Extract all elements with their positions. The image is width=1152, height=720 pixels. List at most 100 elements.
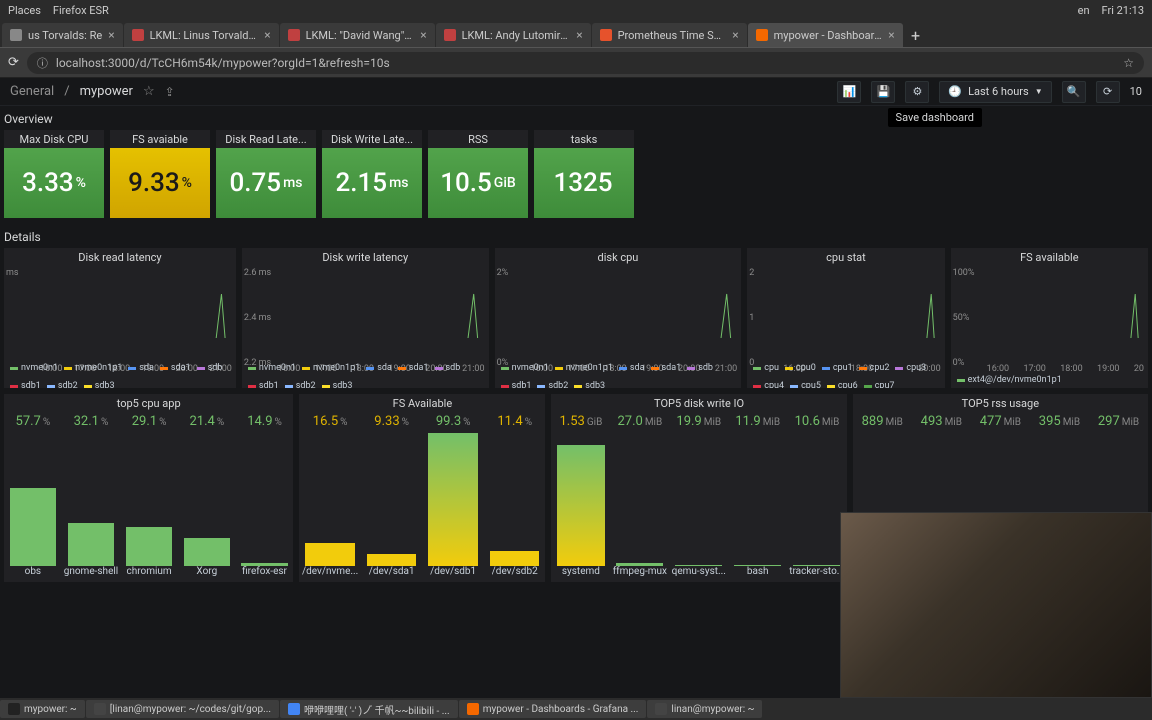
chart-plot[interactable]: 100%50%0% 16:0017:0018:0019:0020 ext4@/d…: [951, 266, 1148, 388]
stat-panel[interactable]: RSS10.5GiB: [428, 130, 528, 218]
legend-item[interactable]: sdb2: [285, 380, 316, 388]
bargauge-panel[interactable]: TOP5 disk write IO 1.53GiB systemd 27.0M…: [551, 394, 846, 582]
dashboard-title[interactable]: mypower: [80, 84, 133, 99]
bargauge-label: systemd: [562, 566, 600, 580]
timeseries-panel[interactable]: cpu stat 210 16:0018:0020:00 cpucpu0cpu1…: [747, 248, 944, 388]
breadcrumb-root[interactable]: General: [10, 84, 54, 99]
close-tab-icon[interactable]: ×: [264, 28, 270, 42]
refresh-interval[interactable]: 10: [1130, 85, 1142, 98]
legend-item[interactable]: nvme0n1p1: [302, 362, 360, 374]
timeseries-panel[interactable]: FS available 100%50%0% 16:0017:0018:0019…: [951, 248, 1148, 388]
taskbar-app-icon: [288, 703, 300, 715]
legend-item[interactable]: sda1: [160, 362, 191, 374]
browser-tab[interactable]: LKML: Andy Lutomirski:×: [436, 23, 591, 47]
close-tab-icon[interactable]: ×: [732, 28, 738, 42]
legend-item[interactable]: sdb: [435, 362, 461, 374]
legend-item[interactable]: sdb1: [10, 380, 41, 388]
legend-item[interactable]: cpu2: [859, 362, 890, 374]
bargauge-value: 57.7%: [16, 414, 51, 432]
chart-plot[interactable]: ms 16:0017:0018:0019:0020:0021:00 nvme0n…: [4, 266, 236, 388]
taskbar-item[interactable]: 咿咿哩哩( '-' )ノ゙ 千帆~~bilibili - ...: [280, 700, 458, 718]
zoom-out-button[interactable]: 🔍: [1062, 81, 1086, 103]
refresh-button[interactable]: ⟳: [1096, 81, 1120, 103]
browser-tab[interactable]: us Torvalds: Re×: [2, 23, 123, 47]
legend-item[interactable]: sda: [128, 362, 154, 374]
legend-item[interactable]: sdb2: [537, 380, 568, 388]
legend-item[interactable]: sdb3: [84, 380, 115, 388]
chart-svg: [531, 270, 738, 338]
settings-button[interactable]: ⚙: [905, 81, 929, 103]
bookmark-star-icon[interactable]: ☆: [1123, 56, 1134, 70]
taskbar-item[interactable]: [linan@mypower: ~/codes/git/gop...: [86, 700, 279, 718]
close-tab-icon[interactable]: ×: [420, 28, 426, 42]
chart-plot[interactable]: 2%0% 16:0017:0018:0019:0020:0021:00 nvme…: [495, 266, 742, 388]
legend-item[interactable]: cpu7: [864, 380, 895, 388]
legend-item[interactable]: sdb: [197, 362, 223, 374]
tab-title: mypower - Dashboards: [774, 29, 883, 42]
legend-item[interactable]: nvme0n1: [10, 362, 58, 374]
bargauge-bar: [675, 432, 722, 566]
legend-item[interactable]: ext4@/dev/nvme0n1p1: [957, 374, 1062, 386]
legend-item[interactable]: cpu4: [753, 380, 784, 388]
bargauge-panel[interactable]: top5 cpu app 57.7% obs 32.1% gnome-shell…: [4, 394, 293, 582]
close-tab-icon[interactable]: ×: [576, 28, 582, 42]
legend-item[interactable]: sdb3: [574, 380, 605, 388]
chart-plot[interactable]: 210 16:0018:0020:00 cpucpu0cpu1cpu2cpu3c…: [747, 266, 944, 388]
timeseries-panel[interactable]: disk cpu 2%0% 16:0017:0018:0019:0020:002…: [495, 248, 742, 388]
legend-item[interactable]: cpu1: [822, 362, 853, 374]
legend-item[interactable]: nvme0n1p1: [555, 362, 613, 374]
legend-item[interactable]: nvme0n1: [248, 362, 296, 374]
stat-panel[interactable]: Disk Write Late...2.15ms: [322, 130, 422, 218]
legend-item[interactable]: sda1: [398, 362, 429, 374]
add-panel-button[interactable]: 📊: [837, 81, 861, 103]
new-tab-button[interactable]: +: [904, 23, 928, 47]
browser-tab[interactable]: mypower - Dashboards ×: [748, 23, 903, 47]
browser-tab[interactable]: LKML: Linus Torvalds: Re×: [124, 23, 279, 47]
legend-item[interactable]: sda1: [651, 362, 682, 374]
browser-tab[interactable]: Prometheus Time Series ×: [592, 23, 747, 47]
chart-plot[interactable]: 2.6 ms2.4 ms2.2 ms 16:0017:0018:0019:002…: [242, 266, 489, 388]
star-dashboard-icon[interactable]: ☆: [143, 84, 155, 99]
taskbar-item[interactable]: mypower: ~: [0, 700, 85, 718]
legend-item[interactable]: cpu: [753, 362, 779, 374]
legend-item[interactable]: sdb: [687, 362, 713, 374]
share-icon[interactable]: ⇪: [165, 85, 175, 99]
legend-item[interactable]: cpu0: [785, 362, 816, 374]
lang-indicator[interactable]: en: [1078, 4, 1090, 17]
places-menu[interactable]: Places: [8, 4, 41, 17]
legend-item[interactable]: sdb1: [501, 380, 532, 388]
stat-panel[interactable]: Disk Read Late...0.75ms: [216, 130, 316, 218]
stat-panel[interactable]: FS avaiable9.33%: [110, 130, 210, 218]
url-field[interactable]: ⓘ localhost:3000/d/TcCH6m54k/mypower?org…: [27, 52, 1144, 74]
time-range-picker[interactable]: 🕘 Last 6 hours ▼: [939, 81, 1051, 103]
close-tab-icon[interactable]: ×: [888, 28, 894, 42]
y-axis: 210: [749, 268, 783, 368]
row-details[interactable]: Details: [0, 224, 1152, 248]
legend-item[interactable]: nvme0n1p1: [64, 362, 122, 374]
tab-title: Prometheus Time Series: [618, 29, 727, 42]
browser-tab[interactable]: LKML: "David Wang": [pr×: [280, 23, 435, 47]
bargauge-item: 21.4% Xorg: [178, 412, 236, 582]
taskbar-item[interactable]: mypower - Dashboards - Grafana ...: [459, 700, 647, 718]
close-tab-icon[interactable]: ×: [108, 28, 114, 42]
stat-panel[interactable]: Max Disk CPU3.33%: [4, 130, 104, 218]
legend-item[interactable]: cpu5: [790, 380, 821, 388]
reload-icon[interactable]: ⟳: [8, 55, 19, 70]
legend-item[interactable]: nvme0n1: [501, 362, 549, 374]
stat-panel[interactable]: tasks1325: [534, 130, 634, 218]
site-info-icon[interactable]: ⓘ: [37, 55, 48, 71]
legend-item[interactable]: sdb2: [47, 380, 78, 388]
clock[interactable]: Fri 21:13: [1102, 4, 1144, 17]
legend-item[interactable]: sdb1: [248, 380, 279, 388]
legend-item[interactable]: cpu3: [895, 362, 926, 374]
timeseries-panel[interactable]: Disk write latency 2.6 ms2.4 ms2.2 ms 16…: [242, 248, 489, 388]
timeseries-panel[interactable]: Disk read latency ms 16:0017:0018:0019:0…: [4, 248, 236, 388]
save-dashboard-button[interactable]: 💾: [871, 81, 895, 103]
legend-item[interactable]: sdb3: [322, 380, 353, 388]
bargauge-panel[interactable]: FS Available 16.5% /dev/nvme... 9.33% /d…: [299, 394, 545, 582]
legend-item[interactable]: cpu6: [827, 380, 858, 388]
legend-item[interactable]: sda: [619, 362, 645, 374]
taskbar-item[interactable]: linan@mypower: ~: [647, 700, 762, 718]
app-menu[interactable]: Firefox ESR: [53, 4, 109, 17]
legend-item[interactable]: sda: [366, 362, 392, 374]
